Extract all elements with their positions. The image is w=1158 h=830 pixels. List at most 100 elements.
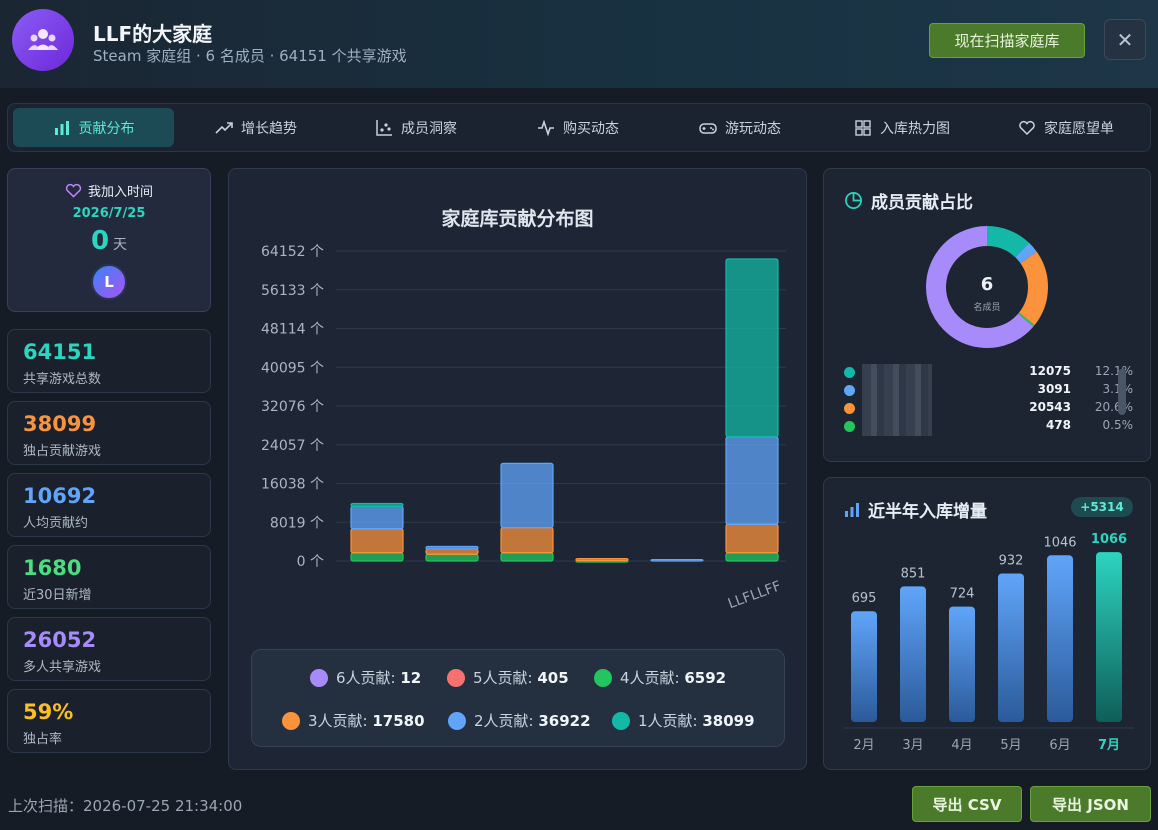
member-swatch <box>844 403 855 414</box>
pie-chart-icon <box>845 192 862 209</box>
legend-label: 6人贡献: 12 <box>336 669 422 687</box>
bar-segment <box>500 552 554 562</box>
page-subtitle: Steam 家庭组 · 6 名成员 · 64151 个共享游戏 <box>93 47 407 65</box>
y-tick-label: 24057 个 <box>261 438 324 454</box>
stat-label: 近30日新增 <box>23 588 92 603</box>
bar-segment <box>575 557 629 562</box>
pie-slice <box>1018 251 1048 326</box>
stat-label: 独占率 <box>23 732 63 747</box>
tab-bar: 贡献分布 增长趋势 成员洞察 购买动态 游玩动态 入库热力图 家庭愿望单 <box>7 103 1151 152</box>
legend-item[interactable]: 1人贡献: 38099 <box>612 710 755 731</box>
month-label: 5月 <box>1000 738 1021 753</box>
legend-item[interactable]: 6人贡献: 12 <box>310 667 421 688</box>
member-row: 30913.1% <box>844 382 1133 400</box>
member-name-redacted <box>862 382 932 400</box>
legend-label: 3人贡献: 17580 <box>308 712 425 730</box>
y-tick-label: 8019 个 <box>270 515 324 531</box>
export-json-button[interactable]: 导出 JSON <box>1030 786 1151 822</box>
tab-wishlist[interactable]: 家庭愿望单 <box>992 108 1140 147</box>
month-bar <box>998 573 1024 722</box>
stat-value: 38099 <box>23 412 97 436</box>
tab-label: 入库热力图 <box>880 120 950 137</box>
tab-heatmap[interactable]: 入库热力图 <box>830 108 974 147</box>
bar-segment <box>725 436 779 525</box>
member-name-redacted <box>862 364 932 382</box>
stat-value: 64151 <box>23 340 97 364</box>
y-tick-label: 56133 个 <box>261 283 324 299</box>
tab-contribution[interactable]: 贡献分布 <box>13 108 174 147</box>
member-swatch <box>844 367 855 378</box>
legend-item[interactable]: 5人贡献: 405 <box>447 667 569 688</box>
join-label: 我加入时间 <box>87 185 153 200</box>
stat-card-exclusive-rate: 59% 独占率 <box>7 689 211 753</box>
y-tick-label: 16038 个 <box>261 477 324 493</box>
legend-item[interactable]: 3人贡献: 17580 <box>282 710 425 731</box>
last-scan-time: 上次扫描：2026-07-25 21:34:00 <box>8 797 243 815</box>
legend-item[interactable]: 4人贡献: 6592 <box>594 667 726 688</box>
bar-segment <box>725 523 779 554</box>
legend-swatch <box>282 711 300 730</box>
close-icon: ✕ <box>1116 27 1134 52</box>
month-bar <box>1096 552 1122 722</box>
member-count-value: 3091 <box>1037 382 1071 396</box>
tab-member-insight[interactable]: 成员洞察 <box>344 108 488 147</box>
tab-label: 成员洞察 <box>401 120 457 137</box>
member-row: 478 0.5% <box>844 418 1133 436</box>
stat-card-total-games: 64151 共享游戏总数 <box>7 329 211 393</box>
legend-swatch <box>310 668 328 687</box>
y-tick-label: 32076 个 <box>261 399 324 415</box>
bar-segment <box>350 552 404 562</box>
y-tick-label: 64152 个 <box>261 244 324 260</box>
member-count: 6 <box>981 274 994 295</box>
bar-segment <box>350 502 404 507</box>
pie-slice <box>986 226 1030 258</box>
trend-up-icon <box>215 121 233 134</box>
heart-icon <box>1019 120 1035 135</box>
month-value-label: 724 <box>950 587 975 602</box>
bar-segment <box>650 558 704 562</box>
y-tick-label: 40095 个 <box>261 360 324 376</box>
tab-label: 增长趋势 <box>241 120 297 137</box>
y-tick-label: 0 个 <box>297 554 324 570</box>
tab-label: 游玩动态 <box>725 120 781 137</box>
monthly-bar-chart: 695 2月 851 3月 724 4月 932 5月 1046 6月 1066 7月 <box>844 532 1134 753</box>
stat-value: 59% <box>23 700 74 724</box>
legend-item[interactable]: 2人贡献: 36922 <box>448 710 591 731</box>
scan-library-button[interactable]: 现在扫描家庭库 <box>929 23 1085 58</box>
tab-play-activity[interactable]: 游玩动态 <box>668 108 812 147</box>
heart-icon <box>65 183 82 198</box>
bar-segment <box>500 462 554 529</box>
bar-segment <box>725 258 779 438</box>
bar-segment <box>425 553 479 562</box>
member-percent: 0.5% <box>1102 418 1134 432</box>
month-label: 2月 <box>853 738 874 753</box>
month-bar <box>851 611 877 722</box>
scrollbar[interactable] <box>1118 369 1126 415</box>
tab-purchase-activity[interactable]: 购买动态 <box>506 108 650 147</box>
close-button[interactable]: ✕ <box>1104 19 1146 60</box>
chart-legend: 6人贡献: 12 5人贡献: 405 4人贡献: 6592 3人贡献: 1758… <box>251 649 785 747</box>
bar-segment <box>350 505 404 530</box>
join-days-count: 0 <box>90 226 110 256</box>
tab-growth[interactable]: 增长趋势 <box>184 108 328 147</box>
month-label: 4月 <box>951 738 972 753</box>
x-tick-label: LLFLLFF <box>726 578 783 612</box>
join-date-card: 我加入时间 2026/7/25 0天 L <box>7 168 211 312</box>
member-name-redacted <box>862 418 932 436</box>
page-title: LLF的大家庭 <box>93 22 213 46</box>
tab-label: 购买动态 <box>563 120 619 137</box>
contribution-chart-card: 家庭库贡献分布图 0 个 8019 个 16038 个 24057 个 32076 个4… <box>228 168 807 770</box>
export-csv-button[interactable]: 导出 CSV <box>912 786 1022 822</box>
stacked-bar-chart: 0 个 8019 个 16038 个 24057 个 32076 个 40095 个 481… <box>261 244 786 612</box>
monthly-growth-card: 近半年入库增量 +5314 695 2月 851 3月 724 4月 932 5月 1046 6月… <box>823 477 1151 770</box>
month-bar <box>1047 555 1073 722</box>
month-label: 3月 <box>902 738 923 753</box>
legend-label: 5人贡献: 405 <box>473 669 569 687</box>
pie-slice <box>1015 242 1037 264</box>
stat-label: 共享游戏总数 <box>23 372 102 387</box>
stat-value: 26052 <box>23 628 97 652</box>
stat-card-average: 10692 人均贡献约 <box>7 473 211 537</box>
pie-slice <box>1018 312 1035 327</box>
member-share-card: 成员贡献占比 6名成员 1207512.1%30913.1%2054320.6%… <box>823 168 1151 462</box>
y-tick-label: 48114 个 <box>261 322 324 338</box>
